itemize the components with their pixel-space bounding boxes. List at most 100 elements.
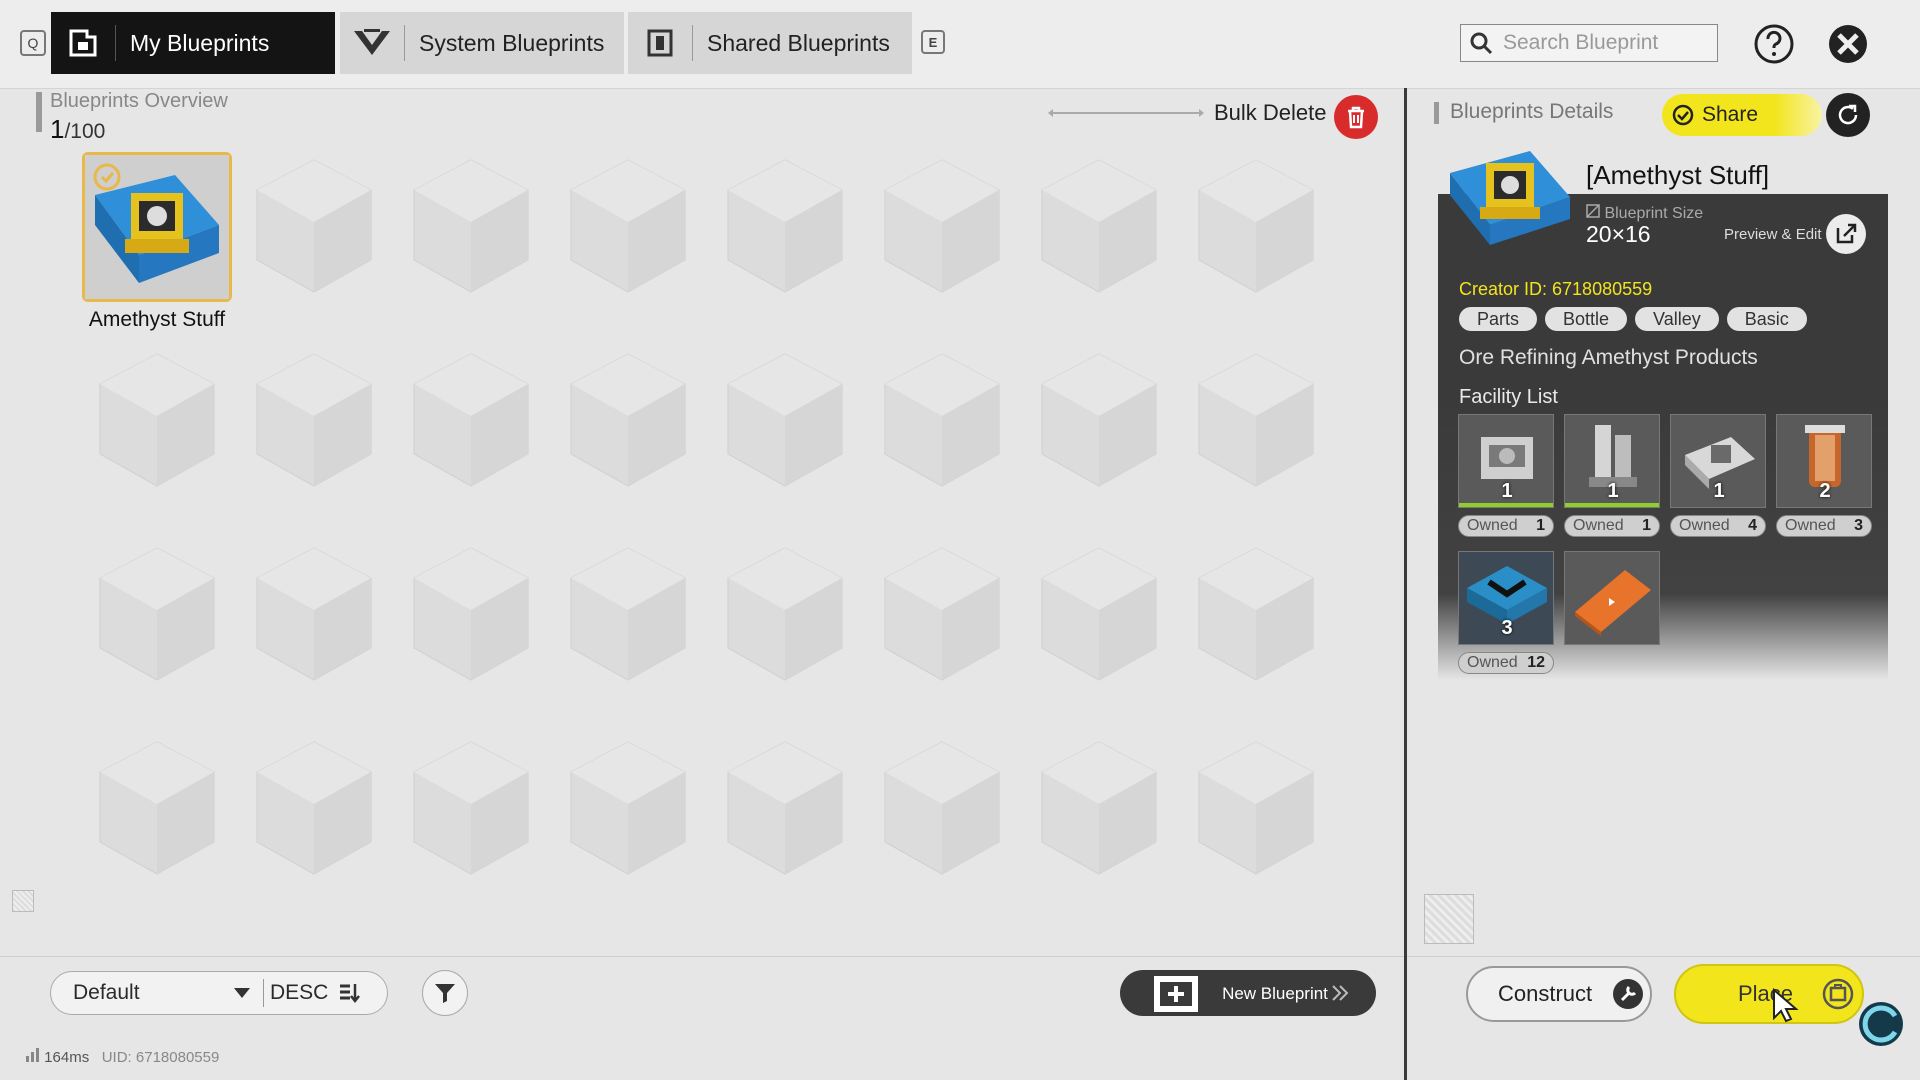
empty-blueprint-slot	[563, 346, 713, 496]
empty-blueprint-slot	[1034, 734, 1184, 884]
close-icon[interactable]	[1826, 22, 1870, 66]
facility-list-title: Facility List	[1459, 386, 1558, 408]
uid-label: UID: 6718080559	[101, 1049, 220, 1066]
share-label: Share	[1702, 103, 1759, 126]
facility-item[interactable]: 2	[1776, 414, 1872, 508]
blueprint-card[interactable]	[82, 152, 232, 302]
owned-count: Owned 1	[1458, 515, 1554, 537]
q-key-hint[interactable]: Q	[20, 30, 46, 56]
empty-blueprint-slot	[720, 346, 870, 496]
sort-default-dropdown[interactable]: Default	[73, 981, 233, 1005]
facility-item[interactable]: 3	[1458, 551, 1554, 645]
empty-blueprint-slot	[563, 734, 713, 884]
bulk-delete-button[interactable]	[1334, 95, 1378, 139]
empty-blueprint-slot	[563, 540, 713, 690]
creator-id: Creator ID: 6718080559	[1459, 279, 1653, 299]
empty-blueprint-slot	[406, 540, 556, 690]
place-button[interactable]: Place	[1674, 964, 1864, 1024]
owned-count: Owned 3	[1776, 515, 1872, 537]
signal-icon	[26, 1048, 39, 1062]
search-box[interactable]	[1460, 24, 1718, 62]
my-blueprints-icon	[51, 12, 115, 74]
new-blueprint-label: New Blueprint	[1222, 983, 1328, 1003]
empty-blueprint-slot	[1191, 540, 1341, 690]
sort-order-icon[interactable]	[338, 982, 361, 1004]
tag: Basic	[1726, 307, 1807, 331]
connection-status: 164ms UID: 6718080559	[26, 1048, 219, 1066]
blueprint-description: Ore Refining Amethyst Products	[1459, 346, 1758, 369]
top-bar: Q My Blueprints System Blueprints Shared…	[0, 0, 1920, 89]
blueprint-name: [Amethyst Stuff]	[1586, 160, 1770, 190]
empty-blueprint-slot	[877, 346, 1027, 496]
endfield-logo-icon	[340, 12, 404, 74]
details-title: Blueprints Details	[1433, 100, 1613, 124]
empty-blueprint-slot	[720, 734, 870, 884]
facility-item[interactable]: 1	[1458, 414, 1554, 508]
empty-blueprint-slot	[249, 152, 399, 302]
construct-button[interactable]: Construct	[1466, 966, 1652, 1022]
tab-label: System Blueprints	[419, 29, 605, 56]
help-icon[interactable]	[1752, 22, 1796, 66]
edit-icon	[1836, 223, 1857, 244]
filter-button[interactable]	[422, 970, 468, 1016]
tab-system-blueprints[interactable]: System Blueprints	[340, 12, 624, 74]
empty-blueprint-slot	[249, 734, 399, 884]
double-chevron-right-icon	[1332, 985, 1349, 1001]
cursor-icon	[1773, 988, 1799, 1023]
empty-blueprint-slot	[1034, 540, 1184, 690]
new-blueprint-icon	[1154, 976, 1198, 1012]
check-circle-icon	[1672, 104, 1694, 126]
empty-blueprint-slot	[406, 734, 556, 884]
grid-corner-marker	[12, 890, 34, 912]
bulk-delete-divider	[1048, 109, 1204, 117]
empty-blueprint-slot	[877, 152, 1027, 302]
tag: Parts	[1459, 307, 1538, 331]
facility-item[interactable]	[1564, 551, 1660, 645]
panel-divider	[1404, 88, 1407, 1080]
empty-blueprint-slot	[877, 540, 1027, 690]
empty-blueprint-slot	[563, 152, 713, 302]
blueprint-detail-thumbnail-icon	[1446, 145, 1574, 249]
tab-my-blueprints[interactable]: My Blueprints	[51, 12, 335, 74]
place-icon	[1822, 978, 1854, 1010]
empty-blueprint-slot	[1191, 346, 1341, 496]
tag-list: Parts Bottle Valley Basic	[1459, 307, 1807, 331]
chevron-down-icon	[234, 988, 250, 998]
empty-blueprint-slot	[1034, 346, 1184, 496]
blueprint-size-value: 20×16	[1586, 221, 1651, 247]
facility-item[interactable]: 1	[1564, 414, 1660, 508]
sort-order-label[interactable]: DESC	[270, 981, 328, 1005]
app-corner-logo-icon	[1859, 1002, 1903, 1046]
empty-blueprint-slot	[1034, 152, 1184, 302]
q-key-label: Q	[27, 35, 39, 51]
empty-blueprint-slot	[406, 346, 556, 496]
blueprint-count: 1/100	[50, 114, 106, 144]
empty-blueprint-slot	[1191, 152, 1341, 302]
empty-blueprint-slot	[249, 540, 399, 690]
facility-item[interactable]: 1	[1670, 414, 1766, 508]
owned-count: Owned 12	[1458, 652, 1554, 674]
share-button[interactable]: Share	[1662, 94, 1822, 136]
sort-control[interactable]: Default DESC	[50, 971, 388, 1015]
empty-blueprint-slot	[720, 540, 870, 690]
tag: Bottle	[1545, 307, 1628, 331]
search-input[interactable]	[1501, 30, 1705, 56]
shared-blueprints-icon	[628, 12, 692, 74]
preview-edit-button[interactable]	[1826, 214, 1866, 254]
empty-blueprint-slot	[249, 346, 399, 496]
search-icon	[1461, 31, 1501, 55]
tab-label: Shared Blueprints	[707, 29, 890, 56]
tab-shared-blueprints[interactable]: Shared Blueprints	[628, 12, 912, 74]
e-key-hint[interactable]: E	[921, 30, 945, 54]
construct-label: Construct	[1498, 981, 1593, 1006]
owned-count: Owned 4	[1670, 515, 1766, 537]
new-blueprint-button[interactable]: New Blueprint	[1120, 970, 1376, 1016]
empty-blueprint-slot	[877, 734, 1027, 884]
tab-label: My Blueprints	[130, 29, 270, 56]
share-refresh-button[interactable]	[1826, 93, 1870, 137]
filter-icon	[435, 984, 455, 1003]
preview-edit-label: Preview & Edit	[1724, 226, 1822, 243]
e-key-label: E	[928, 34, 938, 50]
bulk-delete-label: Bulk Delete	[1214, 100, 1327, 125]
ping-value: 164ms	[44, 1049, 90, 1066]
